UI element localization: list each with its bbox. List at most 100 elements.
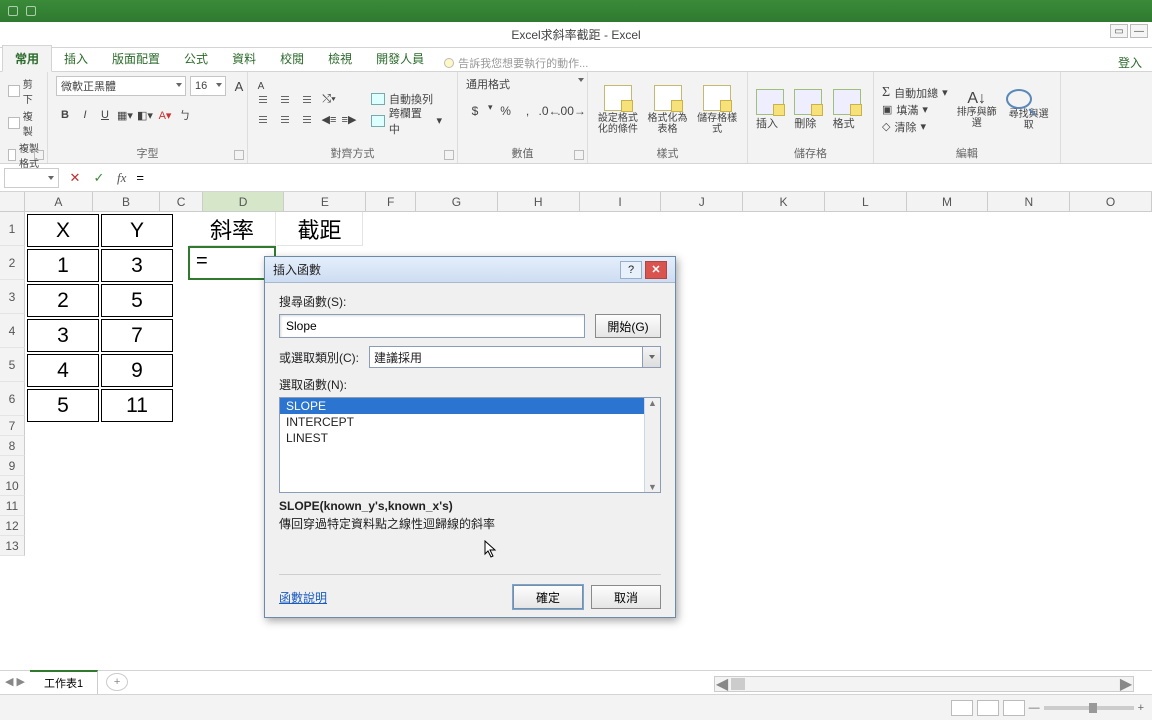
row-header-10[interactable]: 10 bbox=[0, 476, 25, 496]
tab-pagelayout[interactable]: 版面配置 bbox=[100, 46, 172, 71]
cell-B4[interactable]: 7 bbox=[101, 319, 173, 352]
zoom-slider[interactable] bbox=[1044, 706, 1134, 710]
cell-B1[interactable]: Y bbox=[101, 214, 173, 247]
enter-edit-button[interactable]: ✓ bbox=[87, 168, 111, 188]
function-item-slope[interactable]: SLOPE bbox=[280, 398, 660, 414]
comma-button[interactable]: , bbox=[519, 102, 537, 120]
font-color-button[interactable]: A▾ bbox=[156, 106, 174, 124]
col-header-D[interactable]: D bbox=[203, 192, 285, 211]
alignment-launcher-icon[interactable] bbox=[444, 150, 454, 160]
orientation-button[interactable]: ⤭▾ bbox=[320, 91, 338, 109]
function-item-linest[interactable]: LINEST bbox=[280, 430, 660, 446]
align-bottom-center[interactable] bbox=[276, 111, 294, 129]
ok-button[interactable]: 確定 bbox=[513, 585, 583, 609]
cut-button[interactable]: 剪下 bbox=[8, 76, 39, 106]
cell-A3[interactable]: 2 bbox=[27, 284, 99, 317]
find-select-button[interactable]: 尋找與選取 bbox=[1006, 89, 1052, 131]
scroll-thumb[interactable] bbox=[731, 678, 745, 690]
dialog-titlebar[interactable]: 插入函數 ? ✕ bbox=[265, 257, 675, 283]
increase-indent-button[interactable]: ≡▶ bbox=[340, 111, 358, 129]
close-button[interactable]: ✕ bbox=[645, 261, 667, 279]
cell-B2[interactable]: 3 bbox=[101, 249, 173, 282]
page-break-button[interactable] bbox=[1003, 700, 1025, 716]
cell-A5[interactable]: 4 bbox=[27, 354, 99, 387]
cell-B6[interactable]: 11 bbox=[101, 389, 173, 422]
merge-center-button[interactable]: 跨欄置中▾ bbox=[364, 111, 449, 131]
cancel-edit-button[interactable]: ✕ bbox=[63, 168, 87, 188]
col-header-L[interactable]: L bbox=[825, 192, 907, 211]
accounting-button[interactable]: $ bbox=[466, 102, 484, 120]
scroll-right-icon[interactable]: ▶ bbox=[1119, 674, 1133, 694]
row-header-8[interactable]: 8 bbox=[0, 436, 25, 456]
delete-cells-button[interactable]: 刪除 bbox=[794, 89, 826, 131]
tab-developer[interactable]: 開發人員 bbox=[364, 46, 436, 71]
fill-button[interactable]: ▣填滿 ▾ bbox=[882, 102, 948, 118]
col-header-A[interactable]: A bbox=[25, 192, 93, 211]
align-bottom-left[interactable] bbox=[256, 111, 274, 129]
font-name-combo[interactable]: 微軟正黑體 bbox=[56, 76, 186, 96]
page-layout-button[interactable] bbox=[977, 700, 999, 716]
row-header-5[interactable]: 5 bbox=[0, 348, 25, 382]
number-launcher-icon[interactable] bbox=[574, 150, 584, 160]
cell-styles-button[interactable]: 儲存格樣式 bbox=[695, 85, 739, 135]
list-scrollbar[interactable]: ▲▼ bbox=[644, 398, 660, 492]
qat-redo-icon[interactable] bbox=[26, 6, 36, 16]
row-header-1[interactable]: 1 bbox=[0, 212, 25, 246]
phonetic-button[interactable]: ㄅ bbox=[176, 106, 194, 124]
active-cell-D2[interactable]: = bbox=[188, 246, 276, 280]
col-header-M[interactable]: M bbox=[907, 192, 989, 211]
col-header-H[interactable]: H bbox=[498, 192, 580, 211]
tab-formulas[interactable]: 公式 bbox=[172, 46, 220, 71]
col-header-E[interactable]: E bbox=[284, 192, 366, 211]
row-header-13[interactable]: 13 bbox=[0, 536, 25, 556]
name-box[interactable] bbox=[4, 168, 59, 188]
dropdown-button[interactable] bbox=[642, 347, 660, 367]
col-header-J[interactable]: J bbox=[661, 192, 743, 211]
border-button[interactable]: ▦▾ bbox=[116, 106, 134, 124]
sheet-nav[interactable]: ◀ ▶ bbox=[0, 675, 30, 688]
decrease-indent-button[interactable]: ◀≡ bbox=[320, 111, 338, 129]
function-item-intercept[interactable]: INTERCEPT bbox=[280, 414, 660, 430]
cell-A1[interactable]: X bbox=[27, 214, 99, 247]
align-top-center[interactable] bbox=[276, 91, 294, 109]
scroll-left-icon[interactable]: ◀ bbox=[715, 674, 729, 694]
tab-data[interactable]: 資料 bbox=[220, 46, 268, 71]
clipboard-launcher-icon[interactable] bbox=[34, 150, 44, 160]
align-top-right[interactable] bbox=[296, 91, 314, 109]
cell-E1[interactable]: 截距 bbox=[277, 212, 363, 246]
col-header-O[interactable]: O bbox=[1070, 192, 1152, 211]
increase-decimal-button[interactable]: .0← bbox=[541, 102, 559, 120]
scroll-down-icon[interactable]: ▼ bbox=[648, 482, 657, 492]
fill-color-button[interactable]: ◧▾ bbox=[136, 106, 154, 124]
help-link[interactable]: 函數說明 bbox=[279, 589, 327, 606]
increase-font-button[interactable]: A bbox=[230, 77, 248, 95]
go-button[interactable]: 開始(G) bbox=[595, 314, 661, 338]
ribbon-display-icon[interactable]: ▭ bbox=[1110, 24, 1128, 38]
horizontal-scrollbar[interactable]: ◀▶ bbox=[714, 676, 1134, 692]
row-header-2[interactable]: 2 bbox=[0, 246, 25, 280]
autosum-button[interactable]: Σ自動加總 ▾ bbox=[882, 85, 948, 101]
col-header-N[interactable]: N bbox=[988, 192, 1070, 211]
formula-input[interactable] bbox=[132, 168, 1152, 188]
col-header-F[interactable]: F bbox=[366, 192, 416, 211]
sort-filter-button[interactable]: A↓排序與篩選 bbox=[954, 90, 1000, 130]
qat-undo-icon[interactable] bbox=[8, 6, 18, 16]
copy-button[interactable]: 複製 bbox=[8, 108, 39, 138]
sheet-tab-1[interactable]: 工作表1 bbox=[30, 670, 98, 694]
align-bottom-right[interactable] bbox=[296, 111, 314, 129]
tell-me[interactable]: 告訴我您想要執行的動作... bbox=[444, 55, 588, 71]
row-header-12[interactable]: 12 bbox=[0, 516, 25, 536]
function-list[interactable]: SLOPE INTERCEPT LINEST ▲▼ bbox=[279, 397, 661, 493]
cell-B5[interactable]: 9 bbox=[101, 354, 173, 387]
new-sheet-button[interactable]: + bbox=[106, 673, 128, 691]
row-header-11[interactable]: 11 bbox=[0, 496, 25, 516]
help-button[interactable]: ? bbox=[620, 261, 642, 279]
decrease-decimal-button[interactable]: .00→ bbox=[563, 102, 581, 120]
align-top-left[interactable] bbox=[256, 91, 274, 109]
row-header-7[interactable]: 7 bbox=[0, 416, 25, 436]
sign-in[interactable]: 登入 bbox=[1118, 54, 1142, 71]
category-select[interactable]: 建議採用 bbox=[369, 346, 661, 368]
row-header-9[interactable]: 9 bbox=[0, 456, 25, 476]
tab-review[interactable]: 校閱 bbox=[268, 46, 316, 71]
cell-A4[interactable]: 3 bbox=[27, 319, 99, 352]
